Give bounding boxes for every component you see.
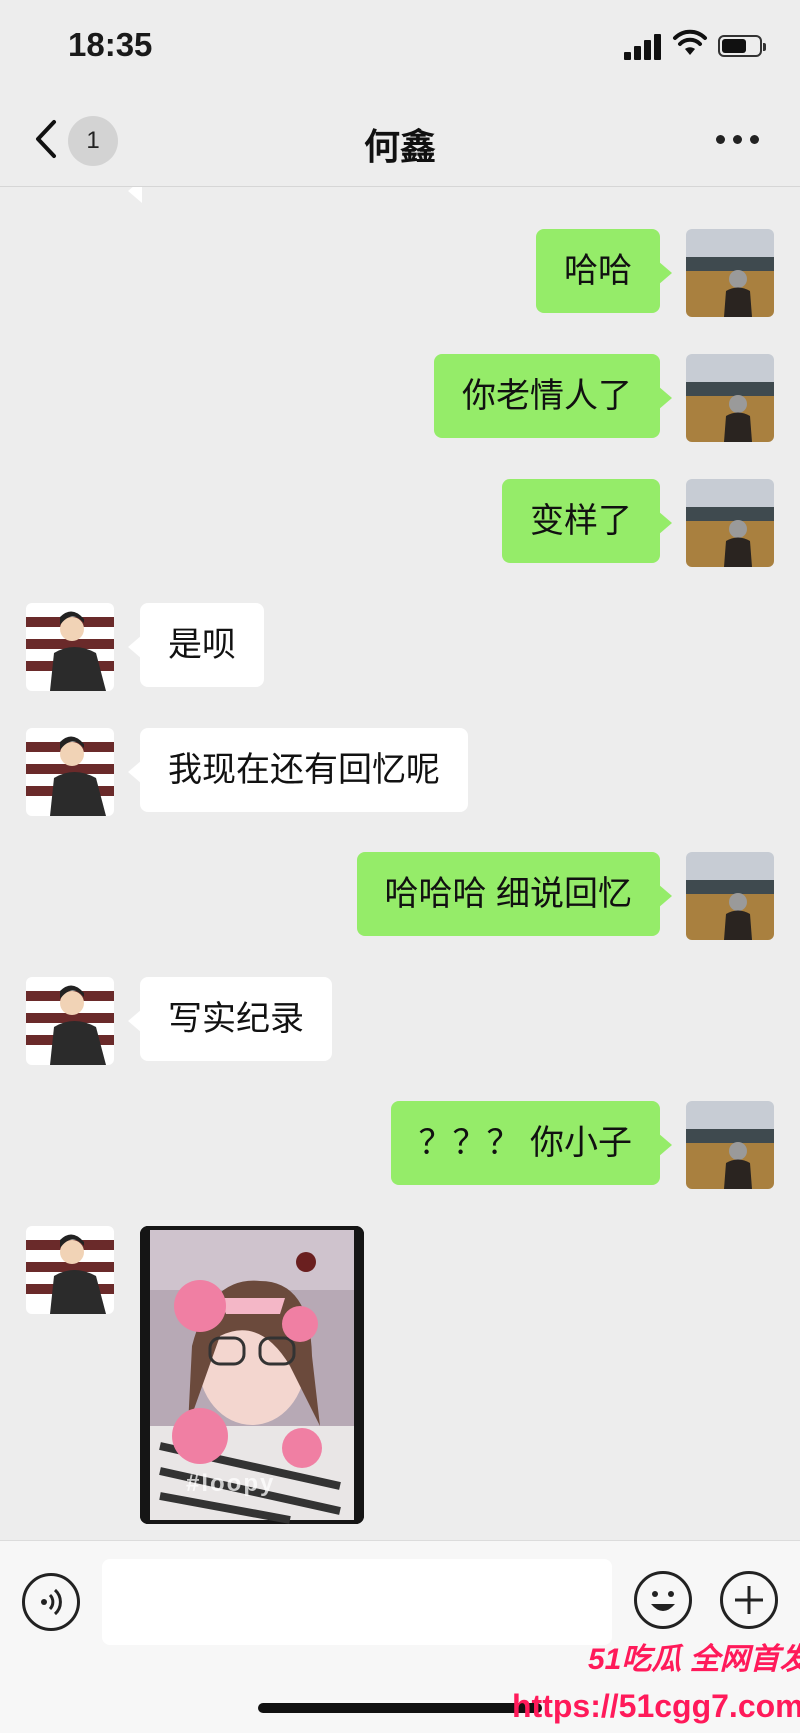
message-input[interactable] bbox=[102, 1559, 612, 1645]
message-list[interactable]: 哈哈 你老情人了 变样了 是呗 我现在还有回忆呢 哈哈哈 细说回忆 写实纪录 ？… bbox=[0, 187, 800, 1540]
contact-avatar[interactable] bbox=[26, 728, 114, 816]
chat-header: 1 何鑫 bbox=[0, 90, 800, 187]
status-time: 18:35 bbox=[68, 26, 153, 63]
message-bubble-sent[interactable]: ？？？ 你小子 bbox=[390, 1101, 673, 1185]
chat-title: 何鑫 bbox=[363, 126, 436, 167]
my-avatar[interactable] bbox=[686, 479, 774, 567]
my-avatar[interactable] bbox=[686, 229, 774, 317]
contact-avatar[interactable] bbox=[26, 977, 114, 1065]
battery-icon bbox=[718, 35, 766, 57]
my-avatar[interactable] bbox=[686, 354, 774, 442]
watermark-url: https://51cgg7.com bbox=[512, 1688, 800, 1724]
emoji-icon[interactable] bbox=[634, 1571, 692, 1629]
plus-icon[interactable] bbox=[720, 1571, 778, 1629]
message-bubble-sent[interactable]: 你老情人了 bbox=[434, 354, 672, 438]
image-message[interactable]: #loopy bbox=[140, 1226, 364, 1524]
more-icon[interactable] bbox=[716, 135, 760, 145]
message-bubble-received[interactable]: 是呗 bbox=[128, 603, 264, 687]
message-bubble-received[interactable]: 我现在还有回忆呢 bbox=[128, 728, 468, 812]
watermark-text: 51吃瓜 全网首发 bbox=[588, 1643, 800, 1676]
message-bubble-sent[interactable]: 哈哈哈 细说回忆 bbox=[356, 852, 673, 936]
message-bubble-received[interactable]: 写实纪录 bbox=[128, 977, 332, 1061]
my-avatar[interactable] bbox=[686, 852, 774, 940]
wifi-icon bbox=[673, 29, 707, 55]
voice-icon[interactable] bbox=[22, 1573, 80, 1631]
my-avatar[interactable] bbox=[686, 1101, 774, 1189]
image-caption: #loopy bbox=[186, 1470, 276, 1497]
status-bar: 18:35 bbox=[0, 0, 800, 90]
home-indicator bbox=[258, 1703, 542, 1713]
message-bubble-sent[interactable]: 变样了 bbox=[502, 479, 672, 563]
message-bubble-sent[interactable]: 哈哈 bbox=[536, 229, 672, 313]
contact-avatar[interactable] bbox=[26, 1226, 114, 1314]
contact-avatar[interactable] bbox=[26, 603, 114, 691]
signal-icon bbox=[624, 30, 662, 60]
